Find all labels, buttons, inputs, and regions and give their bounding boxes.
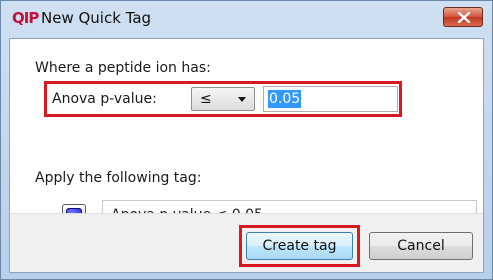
button-bar: Create tag Cancel bbox=[10, 213, 483, 272]
pvalue-value: 0.05 bbox=[268, 90, 302, 108]
close-icon bbox=[458, 12, 470, 23]
operator-value: ≤ bbox=[200, 91, 212, 107]
field-label: Anova p-value: bbox=[52, 91, 157, 107]
filter-heading: Where a peptide ion has: bbox=[35, 60, 211, 76]
tag-heading: Apply the following tag: bbox=[35, 170, 202, 186]
operator-dropdown[interactable]: ≤ bbox=[191, 87, 255, 111]
create-tag-button[interactable]: Create tag bbox=[246, 232, 353, 260]
title-bar[interactable]: QIP New Quick Tag bbox=[1, 1, 492, 35]
dialog-body: Where a peptide ion has: Anova p-value: … bbox=[9, 38, 484, 273]
quick-tag-dialog: QIP New Quick Tag Where a peptide ion ha… bbox=[0, 0, 493, 280]
pvalue-input[interactable]: 0.05 bbox=[263, 86, 398, 112]
chevron-down-icon bbox=[238, 97, 246, 102]
cancel-button[interactable]: Cancel bbox=[369, 232, 473, 260]
close-button[interactable] bbox=[443, 7, 483, 27]
app-logo: QIP bbox=[12, 9, 39, 27]
window-title: New Quick Tag bbox=[41, 9, 152, 27]
